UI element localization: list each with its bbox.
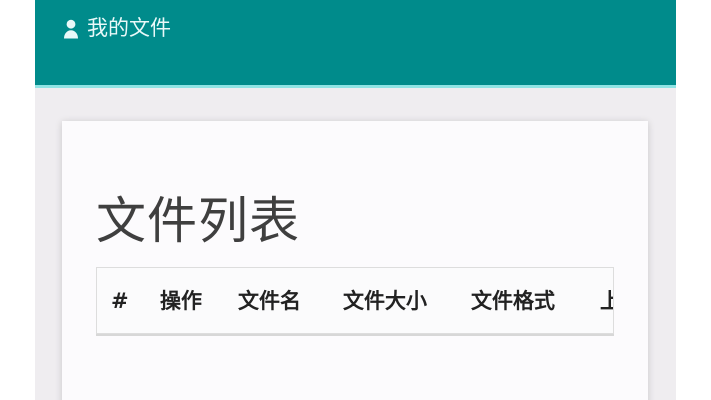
page-container: 我的文件 文件列表 # 操作 文件名 文件大小 文件格式 上	[35, 0, 676, 400]
header-title-group: 我的文件	[62, 14, 171, 42]
user-icon	[62, 18, 80, 39]
header-title: 我的文件	[87, 16, 171, 40]
header-accent-line	[35, 85, 676, 88]
table-header-file-name: 文件名	[238, 289, 301, 313]
file-table: # 操作 文件名 文件大小 文件格式 上	[96, 267, 614, 334]
page-title: 文件列表	[96, 192, 300, 250]
header-bar: 我的文件	[35, 0, 676, 85]
table-header-upload-partial: 上	[600, 268, 613, 333]
table-header-actions: 操作	[160, 289, 202, 313]
file-list-card: 文件列表 # 操作 文件名 文件大小 文件格式 上	[62, 121, 648, 400]
app-viewport: 我的文件 文件列表 # 操作 文件名 文件大小 文件格式 上	[0, 0, 711, 400]
table-header-row: # 操作 文件名 文件大小 文件格式 上	[97, 268, 613, 333]
table-header-file-size: 文件大小	[343, 289, 427, 313]
table-divider	[96, 334, 614, 336]
table-header-file-format: 文件格式	[471, 289, 555, 313]
table-header-index: #	[111, 289, 129, 313]
